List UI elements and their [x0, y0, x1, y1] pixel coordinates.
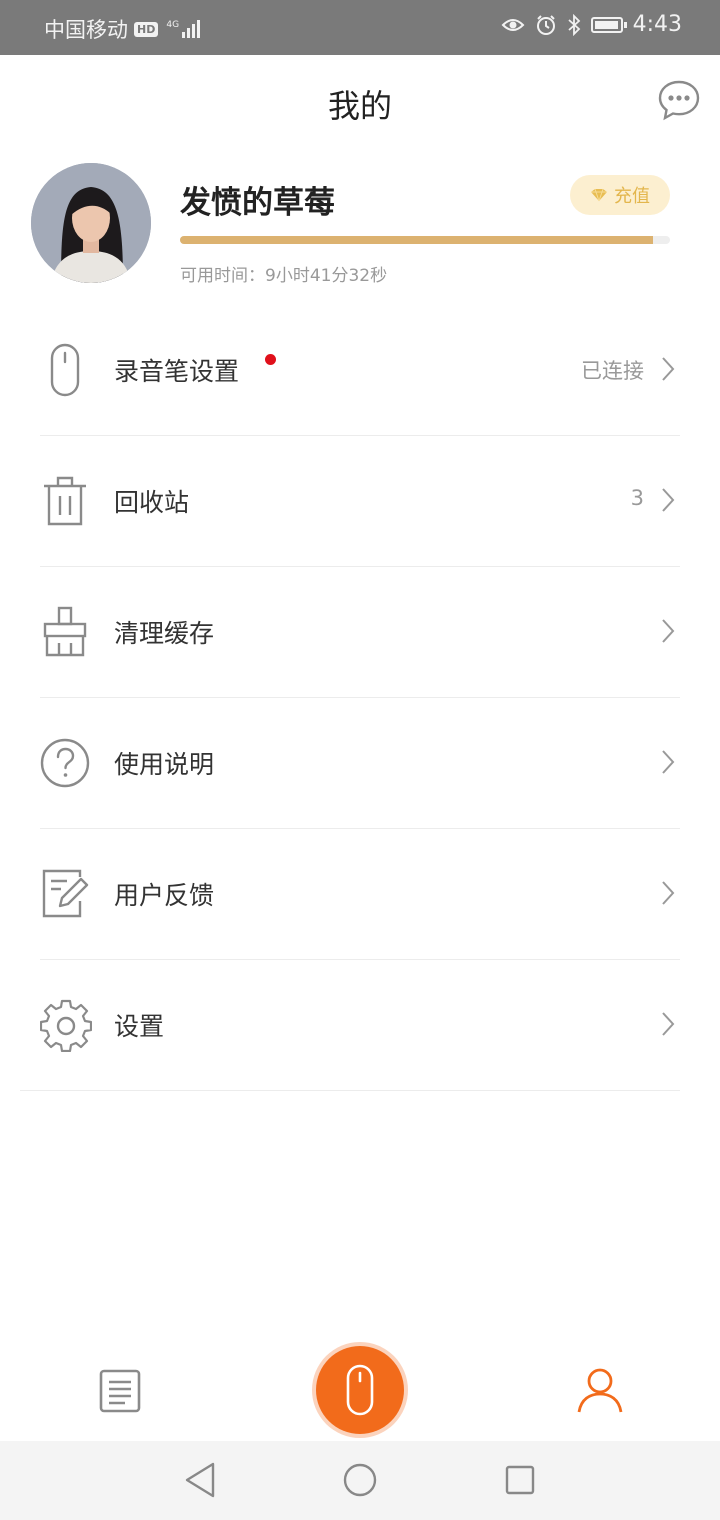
signal-icon: 4G [166, 20, 201, 38]
bottom-nav [0, 1338, 720, 1441]
menu-label: 清理缓存 [114, 619, 215, 648]
back-icon[interactable] [183, 1461, 219, 1499]
alarm-icon [536, 14, 555, 35]
chevron-right-icon [662, 881, 675, 905]
menu-item-feedback[interactable]: 用户反馈 [40, 829, 680, 960]
record-icon [346, 1364, 374, 1416]
chat-bubble-icon[interactable] [656, 77, 702, 123]
system-nav-bar [0, 1441, 720, 1520]
chevron-right-icon [662, 357, 675, 381]
menu-list: 录音笔设置 已连接 回收站 3 清理缓存 使用说明 用户反馈 设置 [0, 305, 720, 1091]
time-progress-fill [180, 236, 653, 244]
user-icon[interactable] [576, 1366, 624, 1414]
carrier-label: 中国移动 [44, 18, 128, 42]
menu-label: 设置 [114, 1012, 165, 1041]
network-type: 4G [166, 20, 180, 30]
hd-badge: HD [134, 21, 159, 37]
recharge-label: 充值 [614, 186, 650, 207]
recorder-pen-icon [50, 343, 80, 397]
menu-label: 回收站 [114, 488, 190, 517]
record-button[interactable] [316, 1346, 404, 1434]
chevron-right-icon [662, 750, 675, 774]
trash-icon [44, 476, 86, 526]
menu-item-clear-cache[interactable]: 清理缓存 [40, 567, 680, 698]
menu-item-recorder-settings[interactable]: 录音笔设置 已连接 [40, 305, 680, 436]
notification-dot [265, 354, 276, 365]
broom-icon [43, 606, 87, 657]
menu-value: 已连接 [581, 359, 644, 383]
available-time: 可用时间：9小时41分32秒 [180, 266, 388, 286]
list-icon[interactable] [98, 1368, 142, 1414]
chevron-right-icon [662, 1012, 675, 1036]
bluetooth-icon [567, 13, 580, 36]
menu-item-settings[interactable]: 设置 [20, 960, 680, 1091]
page-title: 我的 [327, 87, 392, 125]
recent-apps-icon[interactable] [505, 1465, 535, 1495]
status-left: 中国移动 HD 4G [44, 14, 201, 44]
header: 我的 [0, 55, 720, 150]
home-icon[interactable] [342, 1462, 378, 1498]
username: 发愤的草莓 [180, 185, 335, 221]
recharge-button[interactable]: 充值 [570, 175, 670, 215]
menu-item-recycle-bin[interactable]: 回收站 3 [40, 436, 680, 567]
diamond-icon [591, 188, 607, 202]
eye-icon [501, 18, 525, 31]
menu-label: 录音笔设置 [114, 357, 240, 386]
menu-label: 使用说明 [114, 750, 215, 779]
battery-icon [590, 16, 627, 33]
menu-label: 用户反馈 [114, 881, 215, 910]
menu-value: 3 [630, 486, 644, 510]
menu-item-instructions[interactable]: 使用说明 [40, 698, 680, 829]
gear-icon [40, 999, 92, 1052]
profile-section: 发愤的草莓 充值 可用时间：9小时41分32秒 [0, 163, 720, 293]
time-progress-bar [180, 236, 670, 244]
avatar[interactable] [31, 163, 151, 283]
status-right: 4:43 [501, 12, 682, 37]
chevron-right-icon [662, 619, 675, 643]
clock-time: 4:43 [632, 12, 682, 37]
help-icon [40, 738, 90, 788]
feedback-edit-icon [42, 869, 89, 918]
status-bar: 中国移动 HD 4G 4:43 [0, 0, 720, 55]
chevron-right-icon [662, 488, 675, 512]
